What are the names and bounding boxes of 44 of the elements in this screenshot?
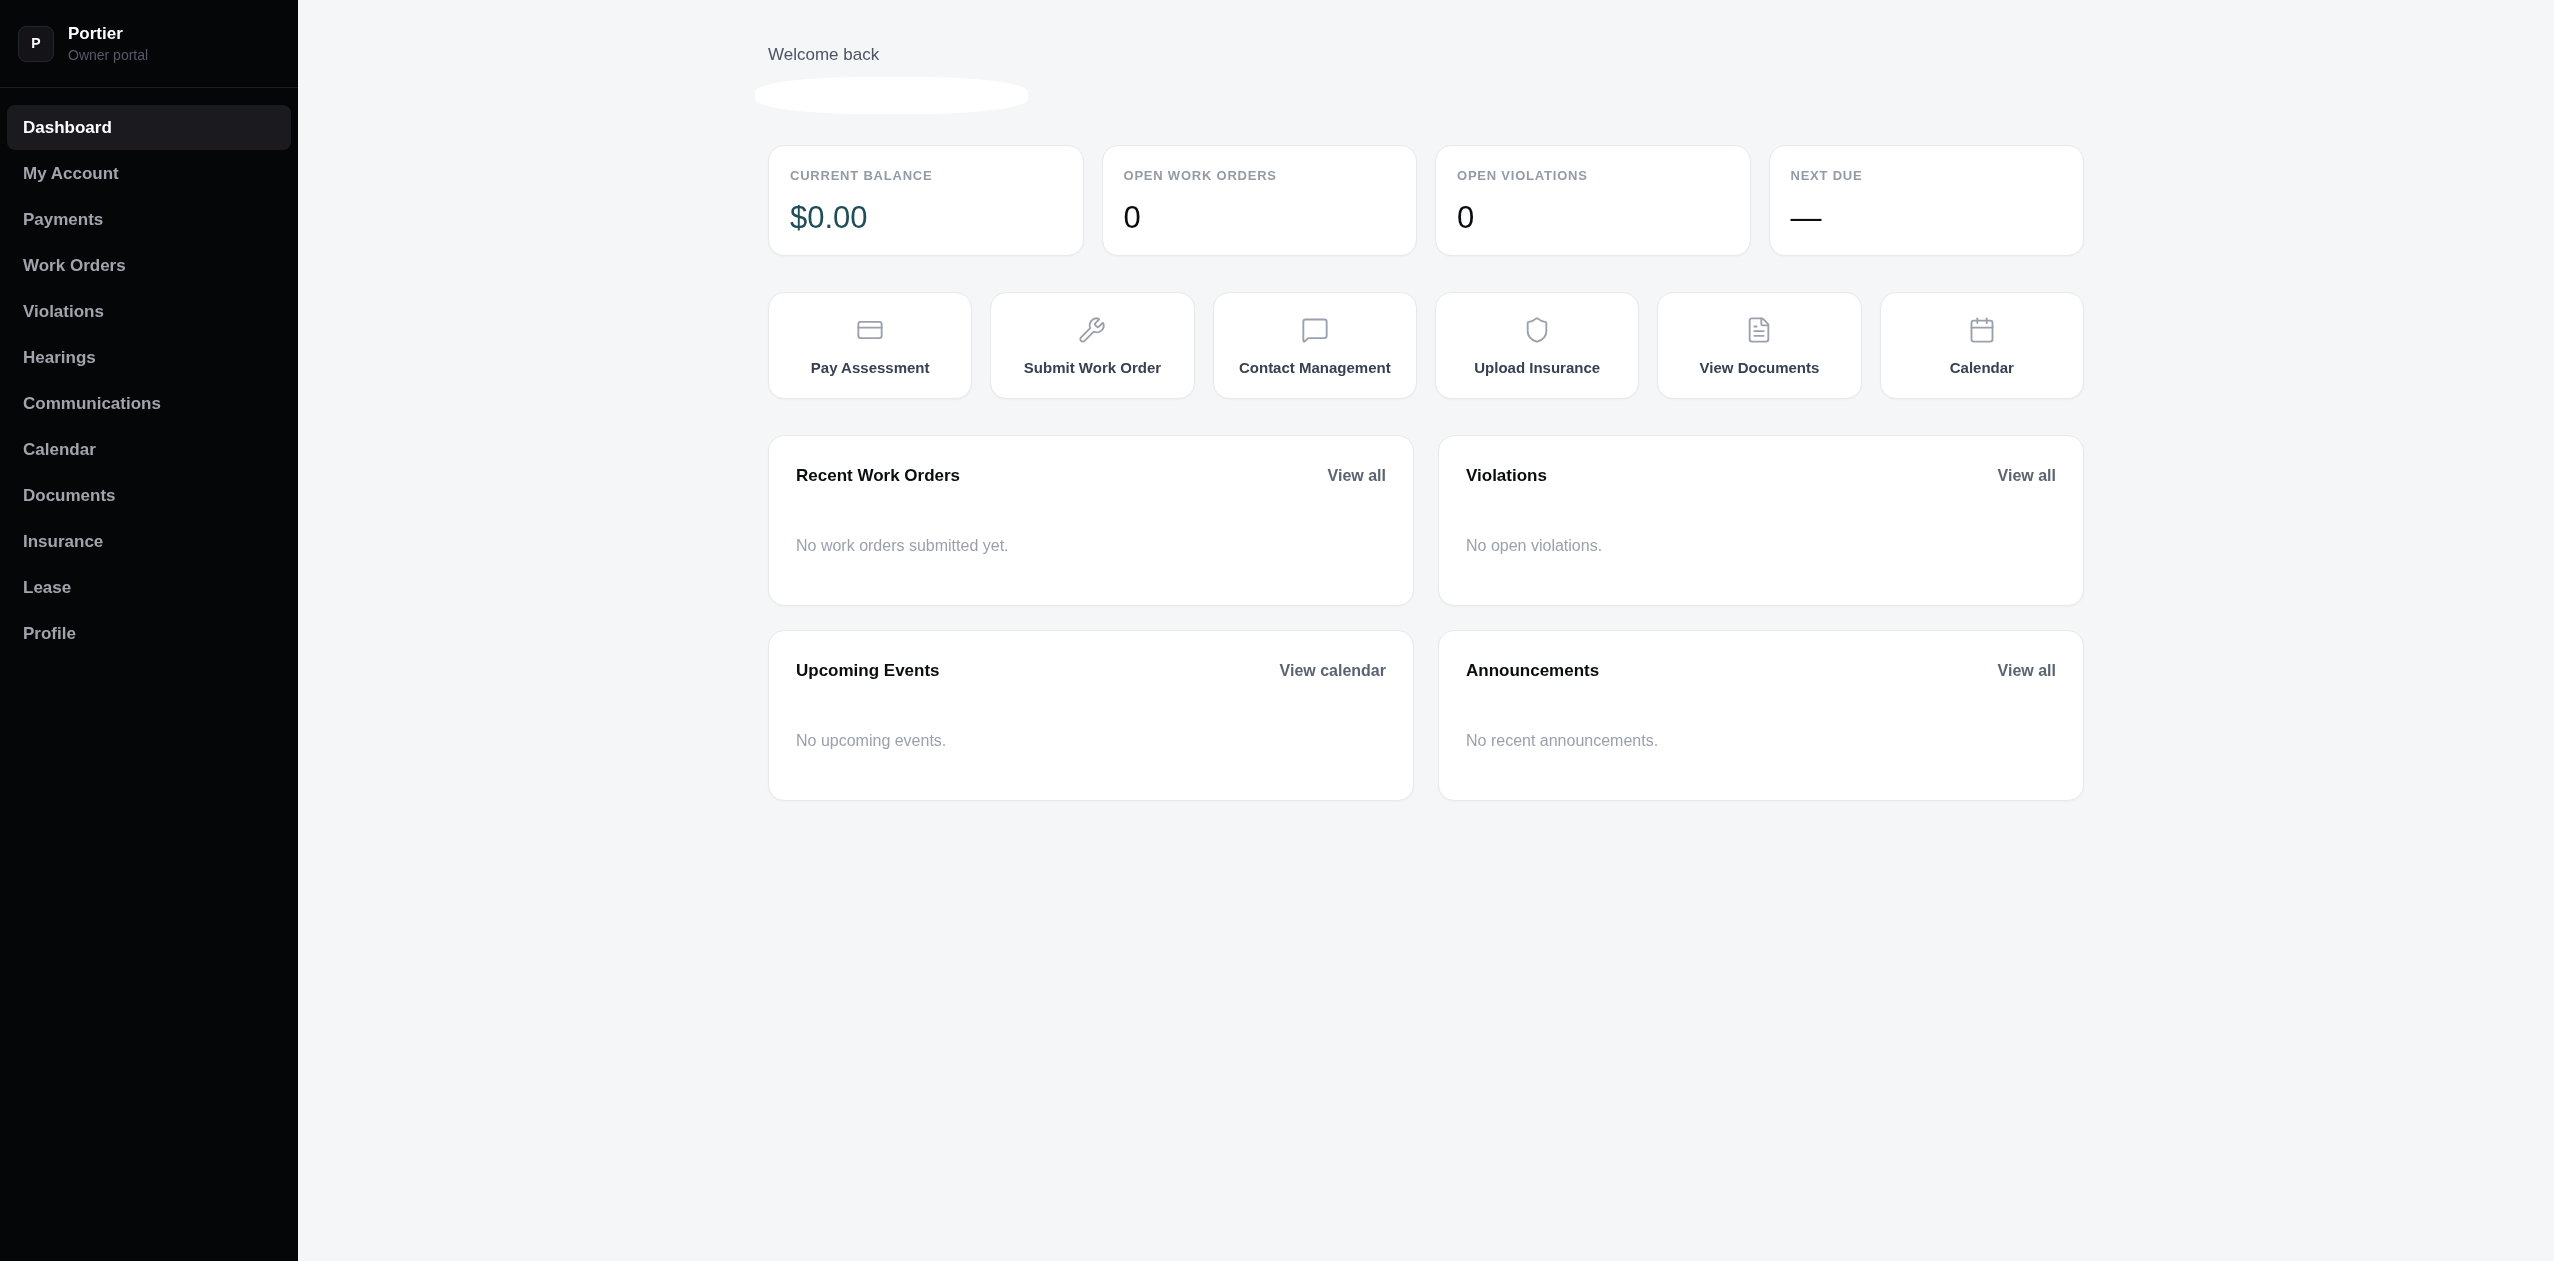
quick-action-button[interactable]: Pay Assessment (768, 292, 973, 399)
nav-item[interactable]: Calendar (7, 427, 291, 472)
wrench-icon (1078, 316, 1107, 344)
panel-link[interactable]: View calendar (1279, 659, 1386, 683)
panel-title: Recent Work Orders (796, 465, 961, 487)
brand-name: Portier (68, 22, 124, 45)
quick-action-button[interactable]: Submit Work Order (990, 292, 1195, 399)
nav-item[interactable]: Profile (7, 611, 291, 656)
brand-subtitle: Owner portal (68, 45, 149, 65)
empty-state-text: No work orders submitted yet. (796, 536, 1009, 556)
stat-value: — (1790, 199, 1822, 237)
stat-label: CURRENT BALANCE (790, 167, 933, 185)
panel-link[interactable]: View all (1997, 464, 2056, 488)
nav-item[interactable]: Communications (7, 381, 291, 426)
panel-title: Violations (1466, 465, 1547, 487)
nav-item[interactable]: Payments (7, 197, 291, 242)
empty-state-text: No upcoming events. (796, 731, 947, 751)
quick-action-button[interactable]: Contact Management (1212, 292, 1417, 399)
stat-value: 0 (1123, 199, 1141, 237)
quick-action-button[interactable]: Calendar (1879, 292, 2084, 399)
nav-item[interactable]: Documents (7, 473, 291, 518)
speech-bubble-icon (1300, 316, 1329, 344)
nav-item[interactable]: Lease (7, 565, 291, 610)
quick-action-button[interactable]: Upload Insurance (1435, 292, 1640, 399)
panel-title: Announcements (1466, 660, 1600, 682)
empty-state-text: No open violations. (1466, 536, 1603, 556)
stat-value: 0 (1457, 199, 1475, 237)
nav-item[interactable]: Hearings (7, 335, 291, 380)
nav-item[interactable]: Violations (7, 289, 291, 334)
greeting-text: Welcome back (768, 44, 880, 66)
panel-link[interactable]: View all (1997, 659, 2056, 683)
nav-item[interactable]: Dashboard (7, 105, 291, 150)
quick-action-button[interactable]: View Documents (1657, 292, 1862, 399)
nav-item[interactable]: Insurance (7, 519, 291, 564)
empty-state-text: No recent announcements. (1466, 731, 1659, 751)
nav-item[interactable]: My Account (7, 151, 291, 196)
stat-value: $0.00 (790, 199, 868, 237)
stat-label: OPEN WORK ORDERS (1123, 167, 1277, 185)
panel-title: Upcoming Events (796, 660, 940, 682)
panel-link[interactable]: View all (1327, 464, 1386, 488)
nav-item[interactable]: Work Orders (7, 243, 291, 288)
stat-label: OPEN VIOLATIONS (1457, 167, 1588, 185)
stat-label: NEXT DUE (1790, 167, 1863, 185)
logo-mark: P (18, 25, 54, 62)
